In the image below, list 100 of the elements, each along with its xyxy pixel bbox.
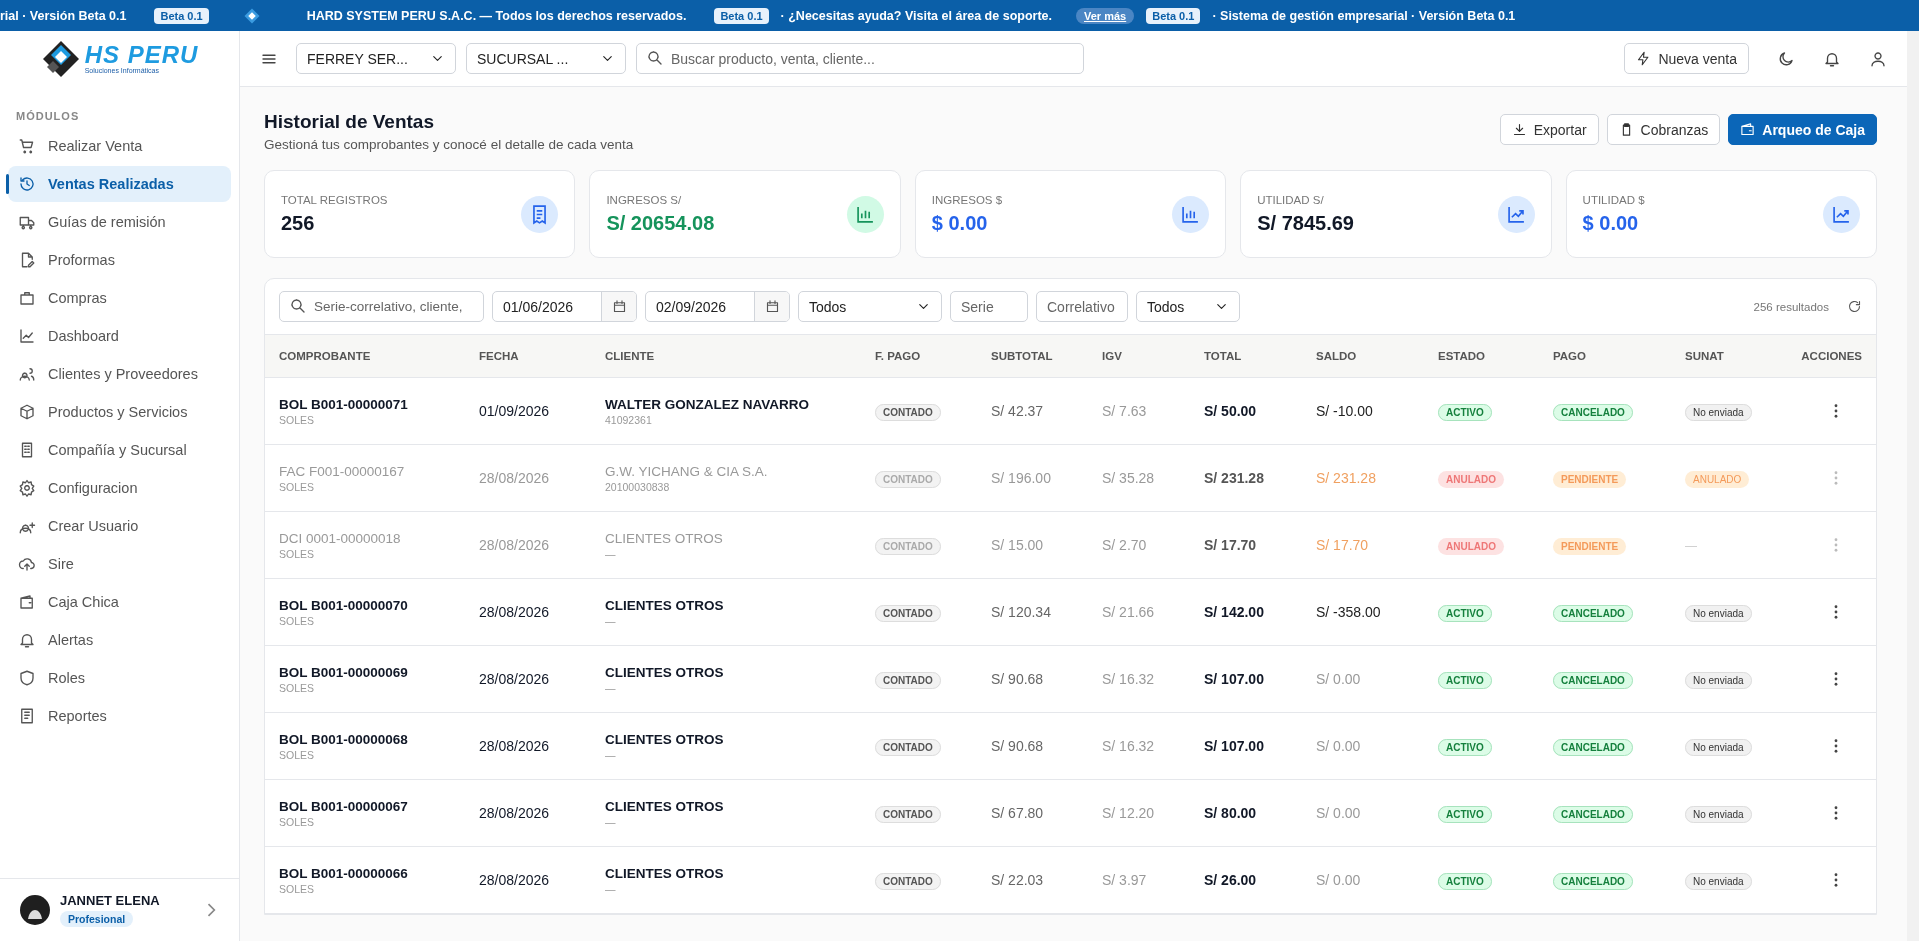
moon-icon[interactable] (1777, 49, 1795, 68)
version-badge: Beta 0.1 (154, 7, 209, 24)
company-select[interactable]: FERREY SER... (296, 43, 456, 74)
action-button[interactable]: Arqueo de Caja (1728, 114, 1877, 145)
branch-select[interactable]: SUCURSAL ... (466, 43, 626, 74)
igv-cell: S/ 16.32 (1102, 671, 1155, 687)
filter-search-field[interactable]: Serie-correlativo, cliente, (279, 291, 484, 322)
column-header: SUNAT (1685, 350, 1725, 362)
more-link[interactable]: Ver más (1076, 7, 1135, 24)
sidebar-item[interactable]: Reportes (8, 698, 231, 734)
cloud-upload-icon (18, 555, 36, 573)
sidebar-item[interactable]: Compras (8, 280, 231, 316)
stat-label: UTILIDAD $ (1582, 193, 1645, 206)
client-document: — (605, 882, 616, 895)
action-button[interactable]: Cobranzas (1606, 114, 1721, 145)
new-sale-button[interactable]: Nueva venta (1624, 43, 1749, 74)
status-tag: ACTIVO (1438, 873, 1492, 890)
users-icon (18, 365, 36, 383)
payment-type-tag: CONTADO (875, 404, 941, 421)
column-header: FECHA (479, 350, 520, 362)
logo-icon (242, 6, 261, 25)
sidebar-item[interactable]: Dashboard (8, 318, 231, 354)
subtotal-cell: S/ 67.80 (991, 805, 1044, 821)
more-options-icon[interactable] (1833, 404, 1838, 418)
balance-cell: S/ -358.00 (1316, 604, 1381, 620)
sunat-tag: No enviada (1685, 605, 1752, 622)
client-name: CLIENTES OTROS (605, 798, 724, 814)
date-cell: 28/08/2026 (479, 872, 550, 888)
date-cell: 28/08/2026 (479, 738, 550, 754)
search-icon (289, 297, 307, 315)
ticker-text: HARD SYSTEM PERU S.A.C. — Todos los derechos reservados. (306, 8, 687, 23)
subtotal-cell: S/ 15.00 (991, 537, 1044, 553)
status-tag: ACTIVO (1438, 739, 1492, 756)
sidebar-item[interactable]: Roles (8, 660, 231, 696)
more-options-icon[interactable] (1833, 672, 1838, 686)
sidebar-item[interactable]: Ventas Realizadas (8, 166, 231, 202)
date-cell: 01/09/2026 (479, 403, 550, 419)
ticker-text: · Sistema de gestión empresarial · Versión Beta 0.1 (1212, 8, 1516, 23)
page-subtitle: Gestioná tus comprobantes y conocé el detalle de cada venta (264, 137, 634, 152)
column-header: SUBTOTAL (991, 350, 1054, 362)
sidebar-item[interactable]: Guías de remisión (8, 204, 231, 240)
currency-label: SOLES (279, 614, 315, 627)
igv-cell: S/ 12.20 (1102, 805, 1155, 821)
igv-cell: S/ 2.70 (1102, 537, 1147, 553)
igv-cell: S/ 7.63 (1102, 403, 1147, 419)
total-cell: S/ 50.00 (1204, 403, 1257, 419)
client-name: CLIENTES OTROS (605, 530, 723, 546)
igv-cell: S/ 3.97 (1102, 872, 1147, 888)
receipt-number: BOL B001-00000070 (279, 597, 408, 613)
client-name: CLIENTES OTROS (605, 664, 724, 680)
user-name: JANNET ELENA (60, 893, 160, 908)
stat-value: $ 0.00 (1582, 211, 1640, 235)
more-options-icon[interactable] (1833, 806, 1838, 820)
more-options-icon[interactable] (1833, 605, 1838, 619)
more-options-icon[interactable] (1833, 739, 1838, 753)
column-header: COMPROBANTE (279, 350, 372, 362)
search-field[interactable]: Buscar producto, venta, cliente... (636, 43, 1084, 74)
sidebar-item[interactable]: Compañía y Sucursal (8, 432, 231, 468)
client-document: — (605, 748, 616, 761)
sidebar-item[interactable]: Alertas (8, 622, 231, 658)
payment-type-tag: CONTADO (875, 605, 941, 622)
status-tag: ANULADO (1438, 538, 1504, 555)
column-header: F. PAGO (875, 350, 922, 362)
stat-label: INGRESOS $ (931, 193, 1003, 206)
receipt-number: BOL B001-00000067 (279, 798, 408, 814)
client-name: CLIENTES OTROS (605, 731, 724, 747)
subtotal-cell: S/ 22.03 (991, 872, 1044, 888)
sidebar-item[interactable]: Productos y Servicios (8, 394, 231, 430)
sidebar-item[interactable]: Crear Usuario (8, 508, 231, 544)
stat-value: S/ 7845.69 (1257, 211, 1354, 235)
status-select[interactable]: Todos (1136, 291, 1240, 322)
subtotal-cell: S/ 90.68 (991, 738, 1044, 754)
history-icon (18, 175, 36, 193)
results-count: 256 resultados (1753, 300, 1829, 313)
sidebar-item[interactable]: Proformas (8, 242, 231, 278)
sidebar-item[interactable]: Configuracion (8, 470, 231, 506)
serie-field[interactable]: Serie (950, 291, 1028, 322)
sidebar-item[interactable]: Caja Chica (8, 584, 231, 620)
type-select[interactable]: Todos (798, 291, 942, 322)
receipt-number: BOL B001-00000066 (279, 865, 408, 881)
date-from-field[interactable]: 01/06/2026 (492, 291, 637, 322)
sidebar-item[interactable]: Clientes y Proveedores (8, 356, 231, 392)
column-header: ESTADO (1438, 350, 1487, 362)
more-options-icon[interactable] (1833, 873, 1838, 887)
date-to-field[interactable]: 02/09/2026 (645, 291, 790, 322)
sidebar-item[interactable]: Realizar Venta (8, 128, 231, 164)
client-document: — (605, 815, 616, 828)
igv-cell: S/ 16.32 (1102, 738, 1155, 754)
sidebar-item[interactable]: Sire (8, 546, 231, 582)
client-name: CLIENTES OTROS (605, 597, 724, 613)
correlativo-field[interactable]: Correlativo (1036, 291, 1128, 322)
calendar-icon[interactable] (764, 299, 780, 314)
user-icon[interactable] (1869, 49, 1887, 68)
refresh-icon[interactable] (1847, 299, 1862, 314)
currency-label: SOLES (279, 882, 315, 895)
payment-type-tag: CONTADO (875, 672, 941, 689)
stat-value: S/ 20654.08 (606, 211, 715, 235)
action-button[interactable]: Exportar (1499, 114, 1599, 145)
payment-status-tag: PENDIENTE (1553, 538, 1627, 555)
calendar-icon[interactable] (611, 299, 627, 314)
